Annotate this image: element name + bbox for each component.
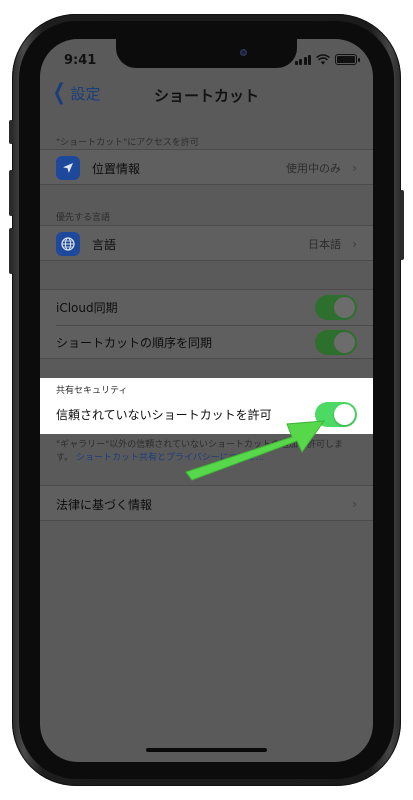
pointer-arrow-icon [185,420,326,481]
